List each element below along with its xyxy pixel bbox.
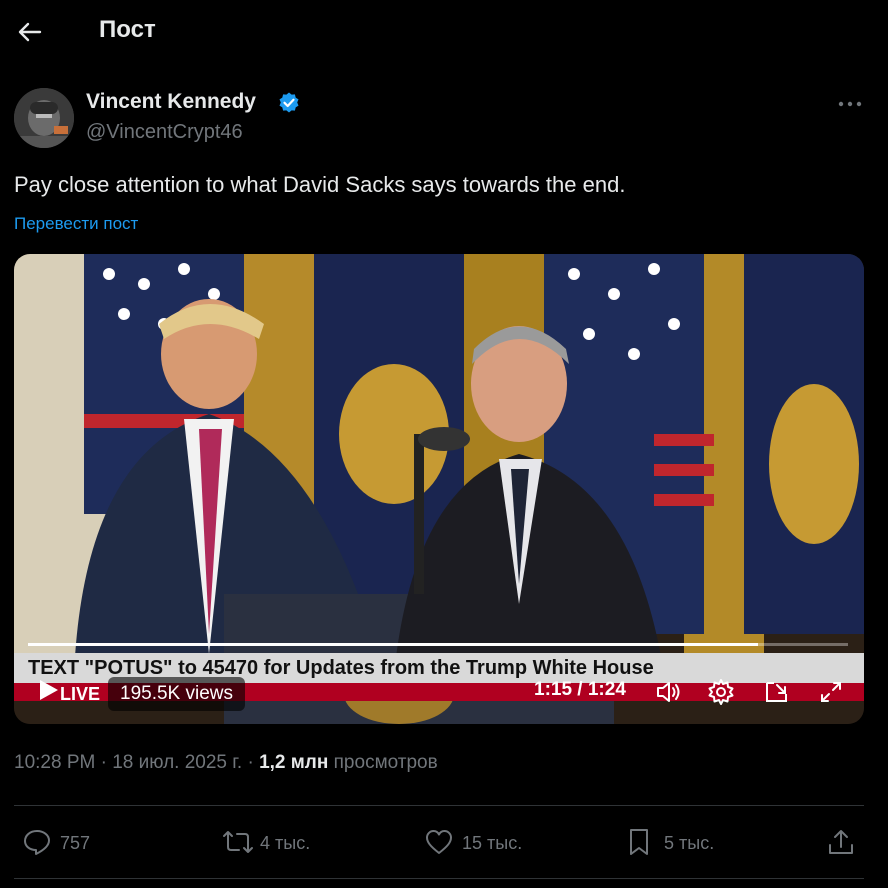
- avatar[interactable]: [14, 88, 74, 148]
- tweet-time[interactable]: 10:28 PM: [14, 752, 95, 773]
- tweet-meta: 10:28 PM · 18 июл. 2025 г. · 1,2 млн про…: [14, 752, 438, 773]
- author-handle[interactable]: @VincentCrypt46: [86, 121, 243, 144]
- author-name[interactable]: Vincent Kennedy: [86, 90, 256, 114]
- gear-icon: [708, 679, 734, 705]
- play-icon: [40, 680, 58, 700]
- views-label: просмотров: [333, 752, 438, 773]
- more-options-button[interactable]: [834, 92, 866, 116]
- top-bar: Пост: [0, 0, 888, 64]
- back-button[interactable]: [14, 16, 46, 48]
- picture-in-picture-icon: [766, 682, 787, 702]
- pip-button[interactable]: [762, 677, 792, 707]
- repost-icon: [223, 831, 253, 853]
- like-count: 15 тыс.: [462, 833, 523, 853]
- video-views: 195.5K views: [120, 683, 234, 704]
- heart-icon: [426, 830, 452, 854]
- tweet-text: Pay close attention to what David Sacks …: [14, 172, 626, 197]
- views-count: 1,2 млн: [259, 752, 329, 773]
- video-time: 1:15 / 1:24: [534, 679, 626, 700]
- video-progress-fill: [28, 643, 758, 646]
- settings-button[interactable]: [706, 677, 736, 707]
- tweet-date[interactable]: 18 июл. 2025 г.: [112, 752, 242, 773]
- play-button[interactable]: [36, 678, 60, 702]
- repost-count: 4 тыс.: [260, 833, 311, 853]
- divider: [14, 805, 864, 806]
- verified-badge-icon: [277, 91, 301, 115]
- translate-link[interactable]: Перевести пост: [14, 214, 138, 234]
- video-player[interactable]: TEXT "POTUS" to 45470 for Updates from t…: [14, 254, 864, 724]
- live-label: LIVE: [60, 684, 101, 704]
- video-progress-bar[interactable]: [28, 643, 848, 646]
- reply-count: 757: [60, 833, 91, 853]
- page-title: Пост: [99, 16, 156, 43]
- share-icon: [829, 830, 853, 854]
- divider-bottom: [14, 878, 864, 879]
- fullscreen-button[interactable]: [816, 677, 846, 707]
- volume-icon: [657, 682, 680, 702]
- video-views-pill: 195.5K views: [108, 677, 246, 711]
- fullscreen-icon: [821, 682, 841, 702]
- reply-icon: [24, 830, 50, 855]
- arrow-left-icon: [18, 22, 42, 42]
- bookmark-count: 5 тыс.: [664, 833, 715, 853]
- more-dots-icon: [838, 101, 862, 107]
- volume-button[interactable]: [654, 677, 684, 707]
- bookmark-icon: [630, 829, 648, 855]
